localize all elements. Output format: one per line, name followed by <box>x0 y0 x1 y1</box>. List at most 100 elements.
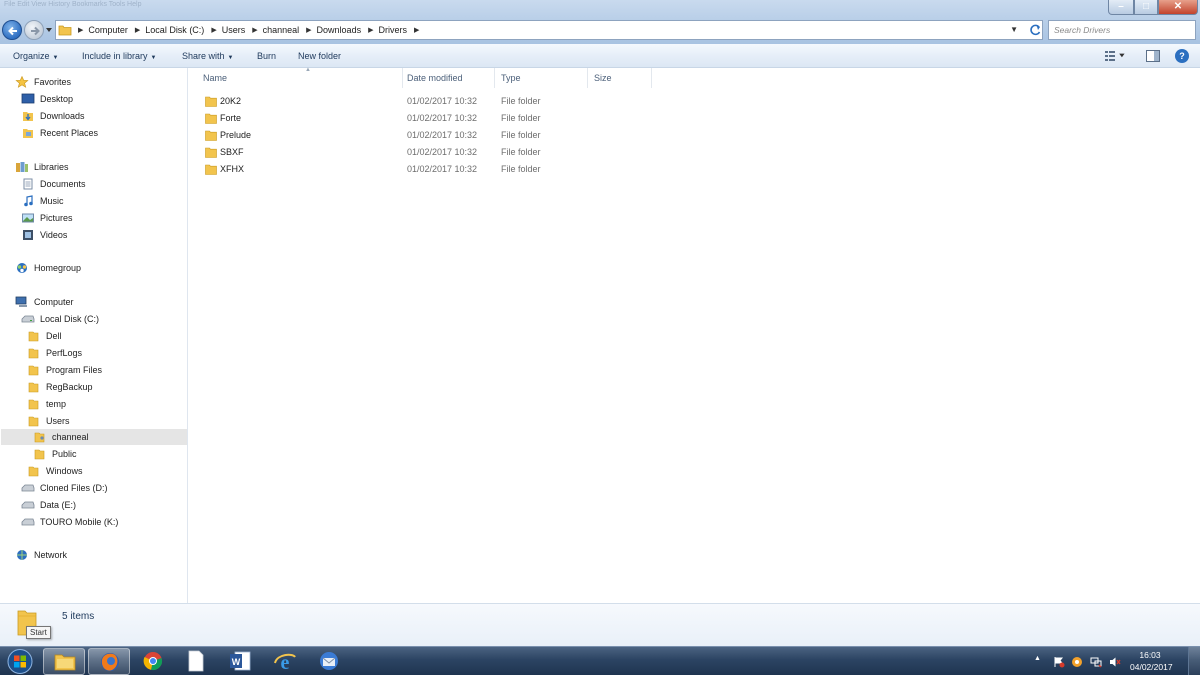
nav-temp-label: temp <box>46 399 67 409</box>
table-row[interactable]: Forte 01/02/2017 10:32 File folder <box>189 111 649 127</box>
breadcrumb-computer[interactable]: Computer <box>88 25 128 35</box>
nav-documents[interactable]: Documents <box>21 176 86 192</box>
back-button[interactable] <box>2 20 22 40</box>
table-row[interactable]: 20K2 01/02/2017 10:32 File folder <box>189 94 649 110</box>
help-icon[interactable]: ? <box>1175 49 1189 63</box>
breadcrumb-users[interactable]: Users <box>222 25 246 35</box>
start-button[interactable] <box>5 648 35 675</box>
burn-button[interactable]: Burn <box>257 51 276 61</box>
organize-button[interactable]: Organize ▼ <box>13 51 58 61</box>
minimize-button[interactable]: – <box>1108 0 1134 15</box>
folder-icon <box>28 365 39 376</box>
change-view-icon[interactable] <box>1104 50 1128 62</box>
show-desktop-button[interactable] <box>1188 647 1200 675</box>
nav-channeal[interactable]: channeal <box>1 429 187 445</box>
nav-users[interactable]: Users <box>27 413 70 429</box>
include-in-library-label: Include in library <box>82 51 148 61</box>
clock-time: 16:03 <box>1139 650 1161 660</box>
nav-favorites[interactable]: Favorites <box>15 74 71 90</box>
network-connection-icon[interactable] <box>1090 656 1102 668</box>
system-clock[interactable]: 16:03 04/02/2017 <box>1130 649 1173 673</box>
homegroup-icon <box>17 263 27 273</box>
column-header-name[interactable]: ▲ Name <box>197 67 403 88</box>
search-input[interactable]: Search Drivers <box>1048 20 1196 40</box>
volume-muted-icon[interactable] <box>1109 656 1121 668</box>
file-name: 20K2 <box>220 96 242 106</box>
taskbar-internet-explorer[interactable]: e <box>264 648 306 675</box>
nav-public[interactable]: Public <box>33 446 77 462</box>
breadcrumb-downloads[interactable]: Downloads <box>317 25 362 35</box>
breadcrumb-separator-icon[interactable]: ▶ <box>78 26 83 34</box>
nav-data-drive[interactable]: Data (E:) <box>21 497 76 513</box>
taskbar-explorer[interactable] <box>43 648 85 675</box>
recent-pages-chevron-icon[interactable] <box>45 26 53 34</box>
file-date: 01/02/2017 10:32 <box>407 130 478 140</box>
show-hidden-icons-chevron-icon[interactable]: ▲ <box>1034 655 1046 667</box>
breadcrumb-separator-icon[interactable]: ▶ <box>135 26 140 34</box>
column-header-type[interactable]: Type <box>495 68 588 88</box>
nav-computer[interactable]: Computer <box>15 294 74 310</box>
faint-menu-text: File Edit View History Bookmarks Tools H… <box>4 1 142 8</box>
nav-downloads[interactable]: Downloads <box>21 108 85 124</box>
breadcrumb-drivers[interactable]: Drivers <box>378 25 407 35</box>
include-in-library-button[interactable]: Include in library ▼ <box>82 51 156 61</box>
nav-network[interactable]: Network <box>15 547 67 563</box>
update-shield-icon[interactable] <box>1071 656 1083 668</box>
table-row[interactable]: Prelude 01/02/2017 10:32 File folder <box>189 128 649 144</box>
breadcrumb-separator-icon[interactable]: ▶ <box>211 26 216 34</box>
breadcrumb-separator-icon[interactable]: ▶ <box>368 26 373 34</box>
nav-dell[interactable]: Dell <box>27 328 62 344</box>
nav-homegroup-label: Homegroup <box>34 263 82 273</box>
star-icon <box>15 76 29 88</box>
nav-pictures[interactable]: Pictures <box>21 210 73 226</box>
taskbar-word[interactable]: W <box>219 648 261 675</box>
nav-music-label: Music <box>40 196 64 206</box>
breadcrumb-local-disk[interactable]: Local Disk (C:) <box>145 25 204 35</box>
explorer-icon <box>54 654 76 671</box>
nav-touro-mobile-label: TOURO Mobile (K:) <box>40 517 119 527</box>
nav-touro-mobile[interactable]: TOURO Mobile (K:) <box>21 514 118 530</box>
column-header-size[interactable]: Size <box>588 68 652 88</box>
nav-perflogs[interactable]: PerfLogs <box>27 345 82 361</box>
nav-libraries[interactable]: Libraries <box>15 159 69 175</box>
file-type: File folder <box>501 96 541 106</box>
nav-regbackup[interactable]: RegBackup <box>27 379 93 395</box>
table-row[interactable]: XFHX 01/02/2017 10:32 File folder <box>189 162 649 178</box>
maximize-button[interactable]: □ <box>1134 0 1158 15</box>
nav-videos[interactable]: Videos <box>21 227 67 243</box>
breadcrumb-separator-icon[interactable]: ▶ <box>306 26 311 34</box>
nav-windows[interactable]: Windows <box>27 463 83 479</box>
start-tooltip: Start <box>26 626 51 639</box>
address-dropdown-icon[interactable]: ▼ <box>1010 25 1018 34</box>
nav-homegroup[interactable]: Homegroup <box>15 260 81 276</box>
preview-pane-icon[interactable] <box>1146 50 1160 62</box>
forward-button[interactable] <box>24 20 44 40</box>
taskbar-chrome[interactable] <box>132 648 174 675</box>
clock-date: 04/02/2017 <box>1130 662 1173 672</box>
folder-icon <box>28 399 39 410</box>
taskbar-firefox[interactable] <box>88 648 130 675</box>
nav-local-disk[interactable]: Local Disk (C:) <box>21 311 99 327</box>
nav-recent-places[interactable]: Recent Places <box>21 125 98 141</box>
breadcrumb-separator-icon[interactable]: ▶ <box>252 26 257 34</box>
breadcrumb-separator-icon[interactable]: ▶ <box>414 26 419 34</box>
new-folder-button[interactable]: New folder <box>298 51 341 61</box>
column-header-date-modified[interactable]: Date modified <box>401 68 495 88</box>
action-center-flag-icon[interactable] <box>1053 656 1065 668</box>
share-with-button[interactable]: Share with ▼ <box>182 51 233 61</box>
nav-temp[interactable]: temp <box>27 396 66 412</box>
nav-cloned-files[interactable]: Cloned Files (D:) <box>21 480 108 496</box>
nav-music[interactable]: Music <box>21 193 64 209</box>
address-bar[interactable]: ▶ Computer ▶ Local Disk (C:) ▶ Users ▶ chan… <box>55 20 1043 40</box>
close-button[interactable]: ✕ <box>1158 0 1198 15</box>
nav-desktop[interactable]: Desktop <box>21 91 73 107</box>
share-with-label: Share with <box>182 51 225 61</box>
taskbar-thunderbird[interactable] <box>308 648 350 675</box>
taskbar-notepad[interactable] <box>175 648 217 675</box>
refresh-icon[interactable] <box>1027 20 1043 40</box>
breadcrumb-channeal[interactable]: channeal <box>263 25 300 35</box>
user-folder-icon <box>34 432 45 443</box>
nav-windows-label: Windows <box>46 466 83 476</box>
table-row[interactable]: SBXF 01/02/2017 10:32 File folder <box>189 145 649 161</box>
nav-program-files[interactable]: Program Files <box>27 362 102 378</box>
